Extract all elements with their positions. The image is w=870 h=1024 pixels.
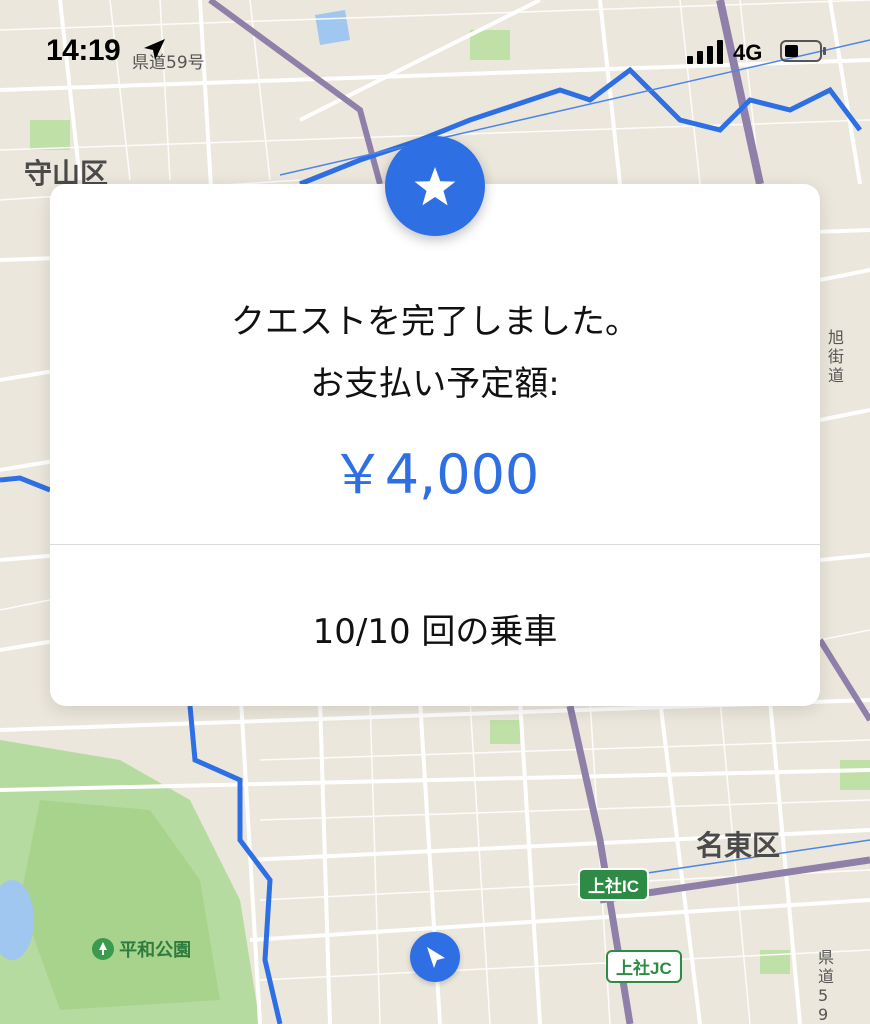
park-label-text: 平和公園 — [119, 940, 192, 961]
ride-count: 10/10 回の乗車 — [312, 612, 558, 652]
quest-complete-dialog: クエストを完了しました。 お支払い予定額: ￥4,000 10/10 回の乗車 — [50, 184, 820, 706]
park-label[interactable]: 平和公園 — [92, 936, 191, 962]
star-icon — [414, 167, 456, 206]
dialog-message-line2: お支払い予定額: — [310, 364, 560, 404]
current-location-button[interactable] — [410, 932, 460, 982]
quest-badge — [385, 136, 485, 236]
green-patch — [840, 760, 870, 790]
dialog-divider — [50, 544, 820, 545]
kamiyashiro-jc-badge: 上社JC — [606, 950, 682, 983]
navigation-arrow-icon — [427, 947, 445, 968]
district-label-meito: 名東区 — [696, 829, 781, 862]
network-type: 4G — [733, 40, 763, 65]
road-label-asahi-kaido: 旭 街 道 — [828, 328, 845, 385]
status-time: 14:19 — [46, 34, 121, 67]
green-patch — [490, 720, 520, 744]
payment-amount: ￥4,000 — [330, 443, 540, 506]
signal-bars-icon — [687, 40, 723, 64]
kamiyashiro-ic-badge: 上社IC — [578, 868, 649, 901]
status-bar: 14:19 4G — [0, 0, 870, 100]
green-patch — [30, 120, 70, 150]
road-label-prefectural-59-right: 県 道 5 9 — [818, 948, 835, 1024]
park-icon — [92, 938, 114, 960]
location-arrow-icon — [144, 39, 165, 60]
dialog-message-line1: クエストを完了しました。 — [231, 302, 639, 342]
battery-icon — [780, 40, 826, 62]
